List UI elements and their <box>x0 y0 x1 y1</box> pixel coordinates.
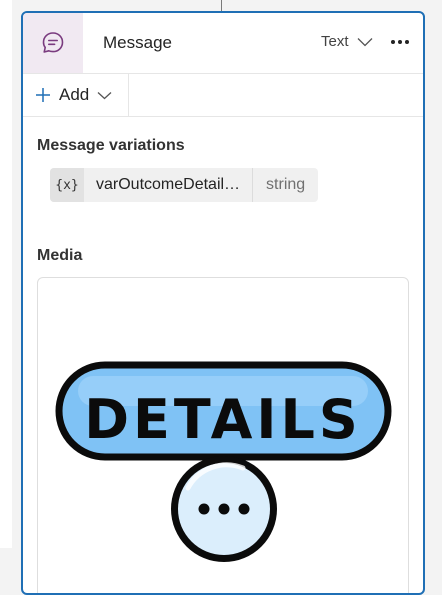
canvas-left-panel <box>0 0 12 548</box>
card-toolbar: Add <box>23 74 423 117</box>
media-preview[interactable]: DETAILS <box>37 277 409 593</box>
details-sticker-image: DETAILS <box>55 361 392 562</box>
add-button[interactable]: Add <box>23 74 129 116</box>
message-variations-label: Message variations <box>37 137 185 154</box>
card-title: Message <box>103 33 172 52</box>
chat-bubble-icon <box>23 13 83 73</box>
variable-type: string <box>266 176 306 193</box>
add-button-label: Add <box>59 85 90 104</box>
chevron-down-icon <box>97 91 112 99</box>
card-header: Message Text <box>23 13 423 74</box>
message-type-select[interactable]: Text <box>321 33 373 50</box>
variable-name: varOutcomeDetail… <box>84 168 254 202</box>
variable-icon: {x} <box>50 168 84 202</box>
more-horizontal-icon <box>391 40 409 44</box>
message-node-card[interactable]: Message Text Add Message variations {x} … <box>21 11 425 595</box>
variable-chip[interactable]: {x} varOutcomeDetail… string <box>50 168 319 202</box>
plus-icon <box>36 88 50 102</box>
chevron-down-icon <box>357 37 372 46</box>
details-sticker-text: DETAILS <box>84 388 362 451</box>
more-options-button[interactable] <box>387 31 413 53</box>
message-type-label: Text <box>321 33 349 50</box>
media-label: Media <box>37 247 83 264</box>
